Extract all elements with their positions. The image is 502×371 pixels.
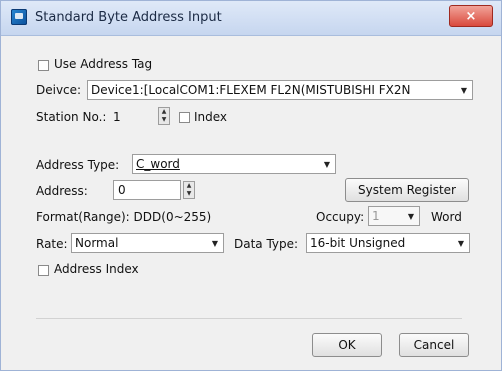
occupy-value: 1 xyxy=(372,209,380,223)
title-bar[interactable]: Standard Byte Address Input × xyxy=(1,1,501,36)
app-icon xyxy=(11,9,27,25)
station-input[interactable]: 1 xyxy=(113,110,121,124)
address-type-label: Address Type: xyxy=(36,158,120,172)
data-type-select[interactable]: 16-bit Unsigned ▼ xyxy=(306,233,470,253)
system-register-button[interactable]: System Register xyxy=(345,178,469,202)
occupy-unit: Word xyxy=(431,210,462,224)
index-checkbox[interactable] xyxy=(179,112,190,123)
station-label: Station No.: xyxy=(36,110,107,124)
dropdown-arrow-icon: ▼ xyxy=(457,238,465,248)
address-type-select[interactable]: C_word ▼ xyxy=(132,154,336,174)
address-input[interactable]: 0 xyxy=(113,180,181,200)
device-select[interactable]: Device1:[LocalCOM1:FLEXEM FL2N(MISTUBISH… xyxy=(87,80,473,100)
address-spinner-icon[interactable]: ▲ ▼ xyxy=(183,181,195,199)
station-spinner-icon[interactable]: ▲ ▼ xyxy=(158,107,170,125)
address-index-checkbox[interactable] xyxy=(38,265,49,276)
device-value: Device1:[LocalCOM1:FLEXEM FL2N(MISTUBISH… xyxy=(91,83,411,97)
cancel-button[interactable]: Cancel xyxy=(399,333,469,357)
rate-value: Normal xyxy=(75,236,119,250)
rate-select[interactable]: Normal ▼ xyxy=(71,233,224,253)
dropdown-arrow-icon: ▼ xyxy=(323,159,331,169)
close-icon: × xyxy=(465,8,477,24)
occupy-label: Occupy: xyxy=(316,210,365,224)
address-type-value: C_word xyxy=(136,157,180,171)
separator xyxy=(36,318,462,319)
close-button[interactable]: × xyxy=(449,5,493,27)
dialog-window: Standard Byte Address Input × Use Addres… xyxy=(0,0,502,371)
format-label: Format(Range): DDD(0~255) xyxy=(36,210,212,224)
use-address-tag-label: Use Address Tag xyxy=(54,57,153,71)
data-type-value: 16-bit Unsigned xyxy=(310,236,406,250)
data-type-label: Data Type: xyxy=(234,237,299,251)
dialog-title: Standard Byte Address Input xyxy=(35,10,222,25)
use-address-tag-checkbox[interactable] xyxy=(38,60,49,71)
dropdown-arrow-icon: ▼ xyxy=(460,85,468,95)
dropdown-arrow-icon: ▼ xyxy=(211,238,219,248)
address-label: Address: xyxy=(36,184,88,198)
rate-label: Rate: xyxy=(36,237,68,251)
device-label: Deivce: xyxy=(36,83,82,97)
ok-button[interactable]: OK xyxy=(312,333,382,357)
index-label: Index xyxy=(194,110,228,124)
address-index-label: Address Index xyxy=(54,262,139,276)
dropdown-arrow-icon: ▼ xyxy=(407,211,415,221)
occupy-select[interactable]: 1 ▼ xyxy=(368,206,420,226)
